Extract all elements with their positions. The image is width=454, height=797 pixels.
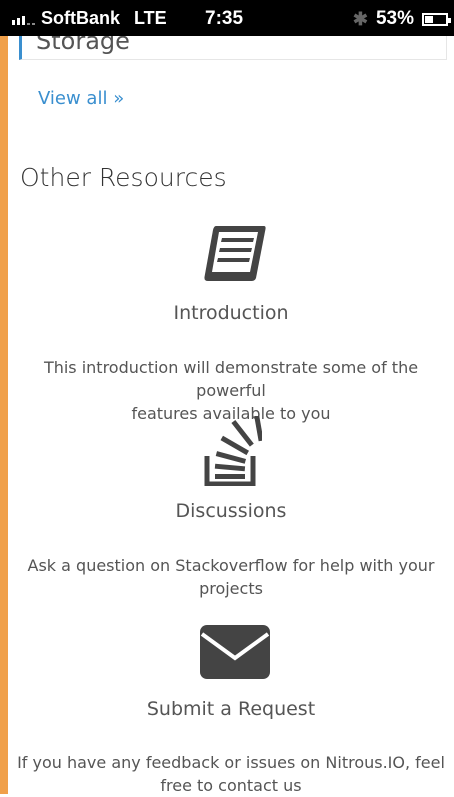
book-icon[interactable] (202, 224, 268, 284)
stackoverflow-icon[interactable] (204, 416, 262, 486)
status-bar: SoftBank LTE 7:35 ✱ 53% (0, 0, 454, 36)
carrier-name: SoftBank (41, 8, 121, 28)
resource-description-introduction: This introduction will demonstrate some … (43, 358, 419, 423)
signal-strength-icon (12, 13, 35, 25)
bluetooth-icon: ✱ (352, 8, 368, 29)
left-accent-bar (0, 0, 8, 794)
resource-description-discussions: Ask a question on Stackoverflow for help… (27, 556, 435, 598)
section-title: Other Resources (20, 163, 227, 192)
resource-description-submit-request: If you have any feedback or issues on Ni… (17, 753, 445, 795)
resource-title-submit-request[interactable]: Submit a Request (8, 698, 454, 720)
envelope-icon[interactable] (200, 625, 270, 679)
battery-percent: 53% (375, 8, 414, 29)
status-right: ✱ 53% (352, 8, 451, 30)
resource-title-discussions[interactable]: Discussions (8, 500, 454, 522)
carrier-info: SoftBank LTE (12, 8, 167, 29)
resource-title-introduction[interactable]: Introduction (8, 302, 454, 324)
network-type: LTE (134, 8, 167, 28)
clock: 7:35 (205, 8, 244, 29)
battery-icon (422, 12, 451, 26)
view-all-link[interactable]: View all » (38, 88, 124, 109)
